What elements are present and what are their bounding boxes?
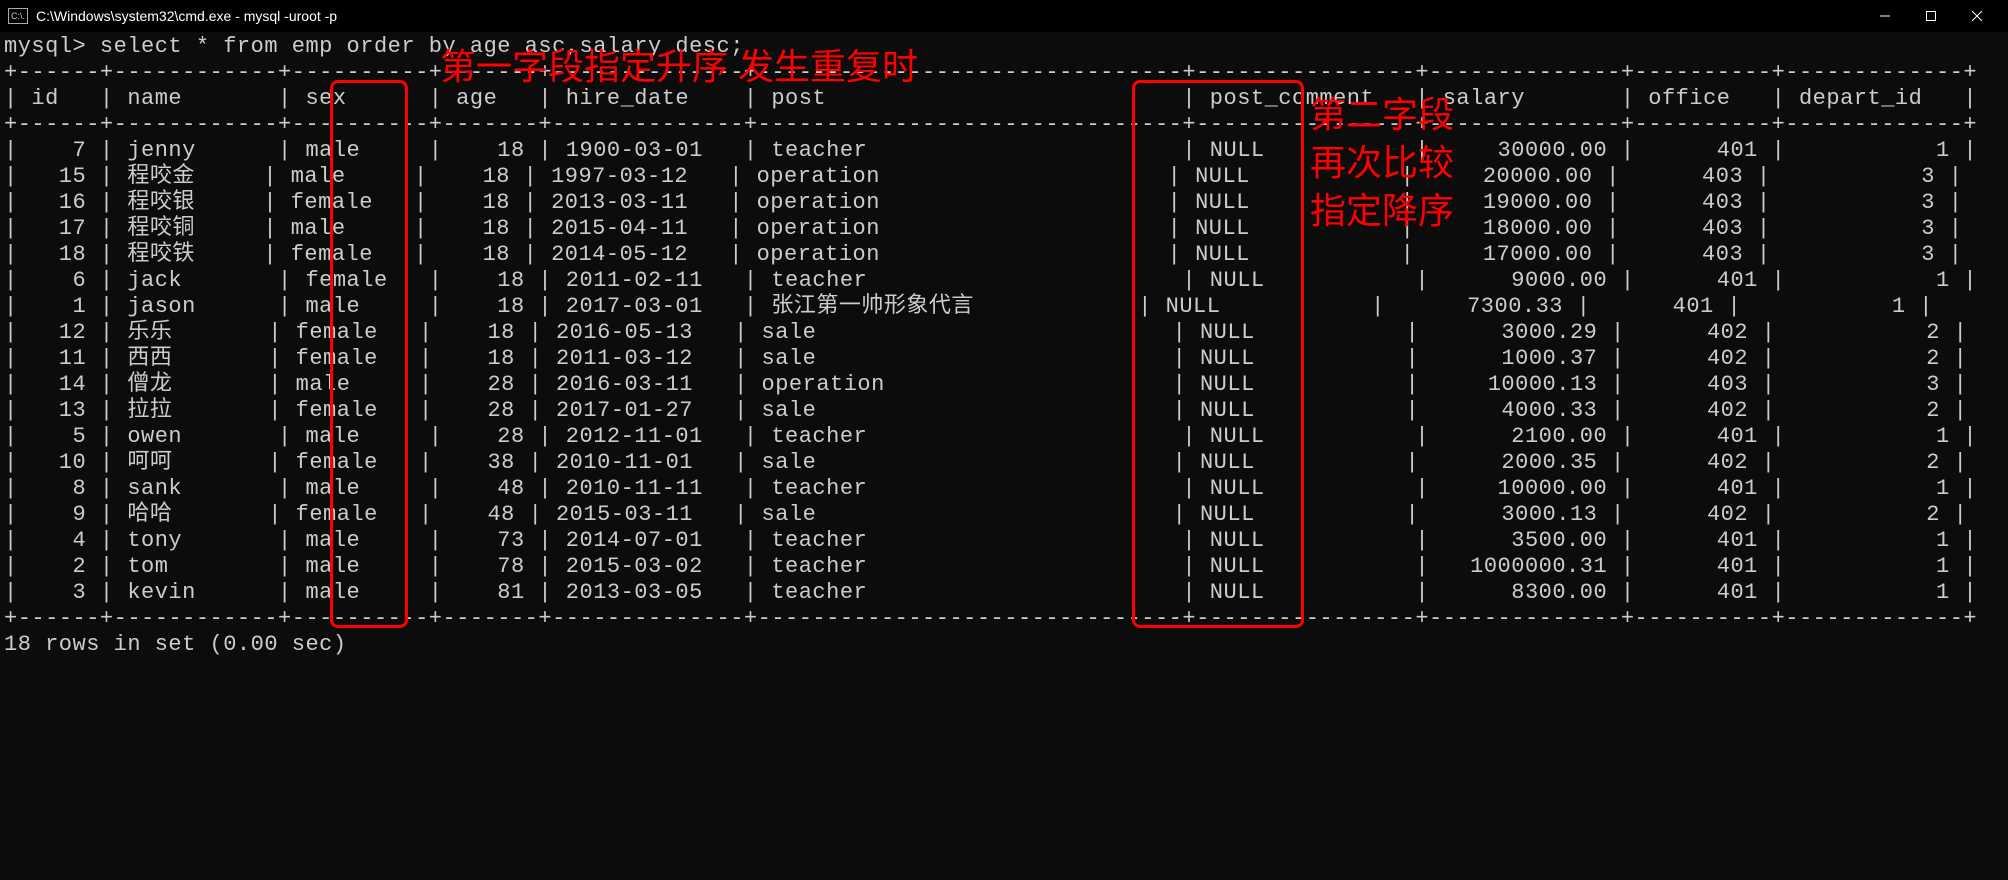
terminal-output[interactable]: mysql> select * from emp order by age as… (0, 32, 2008, 660)
window-title: C:\Windows\system32\cmd.exe - mysql -uro… (36, 8, 337, 24)
close-button[interactable] (1954, 0, 2000, 32)
cmd-icon: C:\. (8, 8, 28, 24)
maximize-button[interactable] (1908, 0, 1954, 32)
minimize-button[interactable] (1862, 0, 1908, 32)
window-titlebar: C:\. C:\Windows\system32\cmd.exe - mysql… (0, 0, 2008, 32)
window-controls (1862, 0, 2000, 32)
